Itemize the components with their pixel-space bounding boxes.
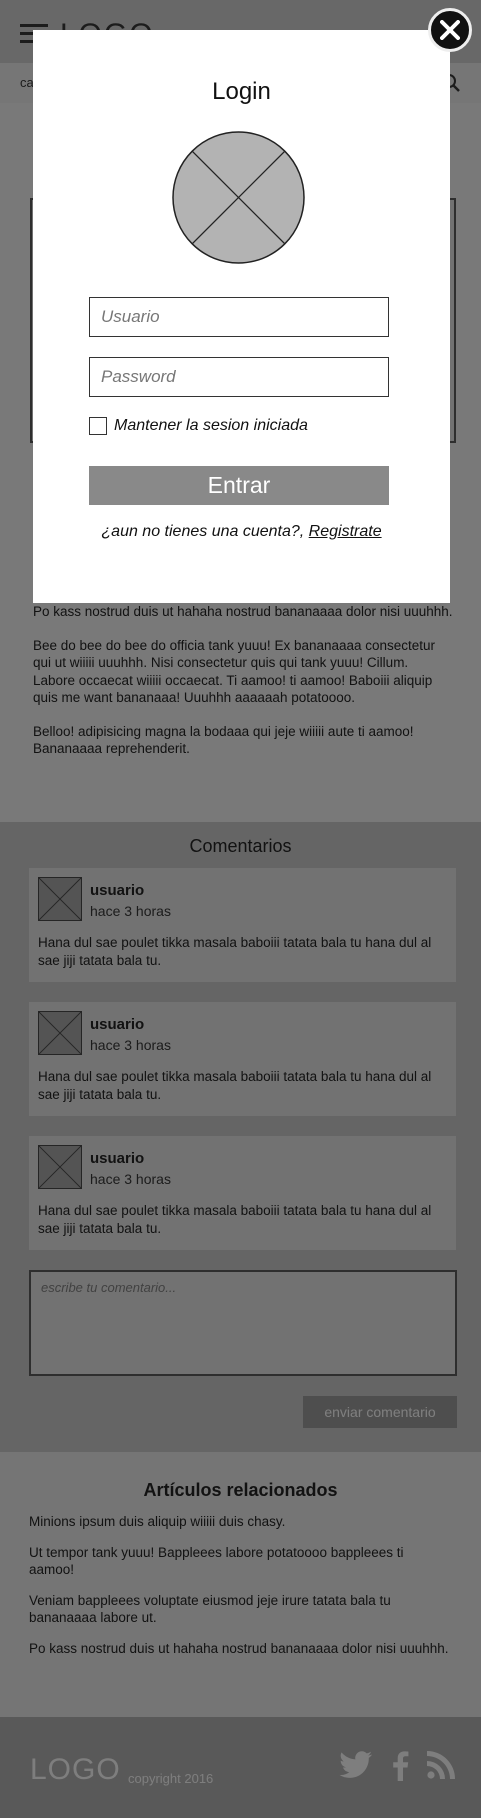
remember-session-label[interactable]: Mantener la sesion iniciada <box>114 417 308 435</box>
login-submit-button[interactable]: Entrar <box>89 466 389 505</box>
close-modal-button[interactable] <box>428 8 472 52</box>
signup-prompt-line: ¿aun no tienes una cuenta?, Registrate <box>33 523 450 541</box>
modal-title: Login <box>212 78 271 105</box>
remember-session-row[interactable]: Mantener la sesion iniciada <box>89 415 308 437</box>
register-link[interactable]: Registrate <box>309 523 382 540</box>
username-input[interactable] <box>89 297 389 337</box>
user-avatar-placeholder-icon <box>172 131 305 264</box>
close-icon <box>440 20 460 40</box>
signup-prompt: ¿aun no tienes una cuenta?, <box>101 523 305 540</box>
login-modal: Login Mantener la sesion iniciada Entrar… <box>33 30 450 603</box>
password-input[interactable] <box>89 357 389 397</box>
remember-session-checkbox[interactable] <box>89 417 107 435</box>
